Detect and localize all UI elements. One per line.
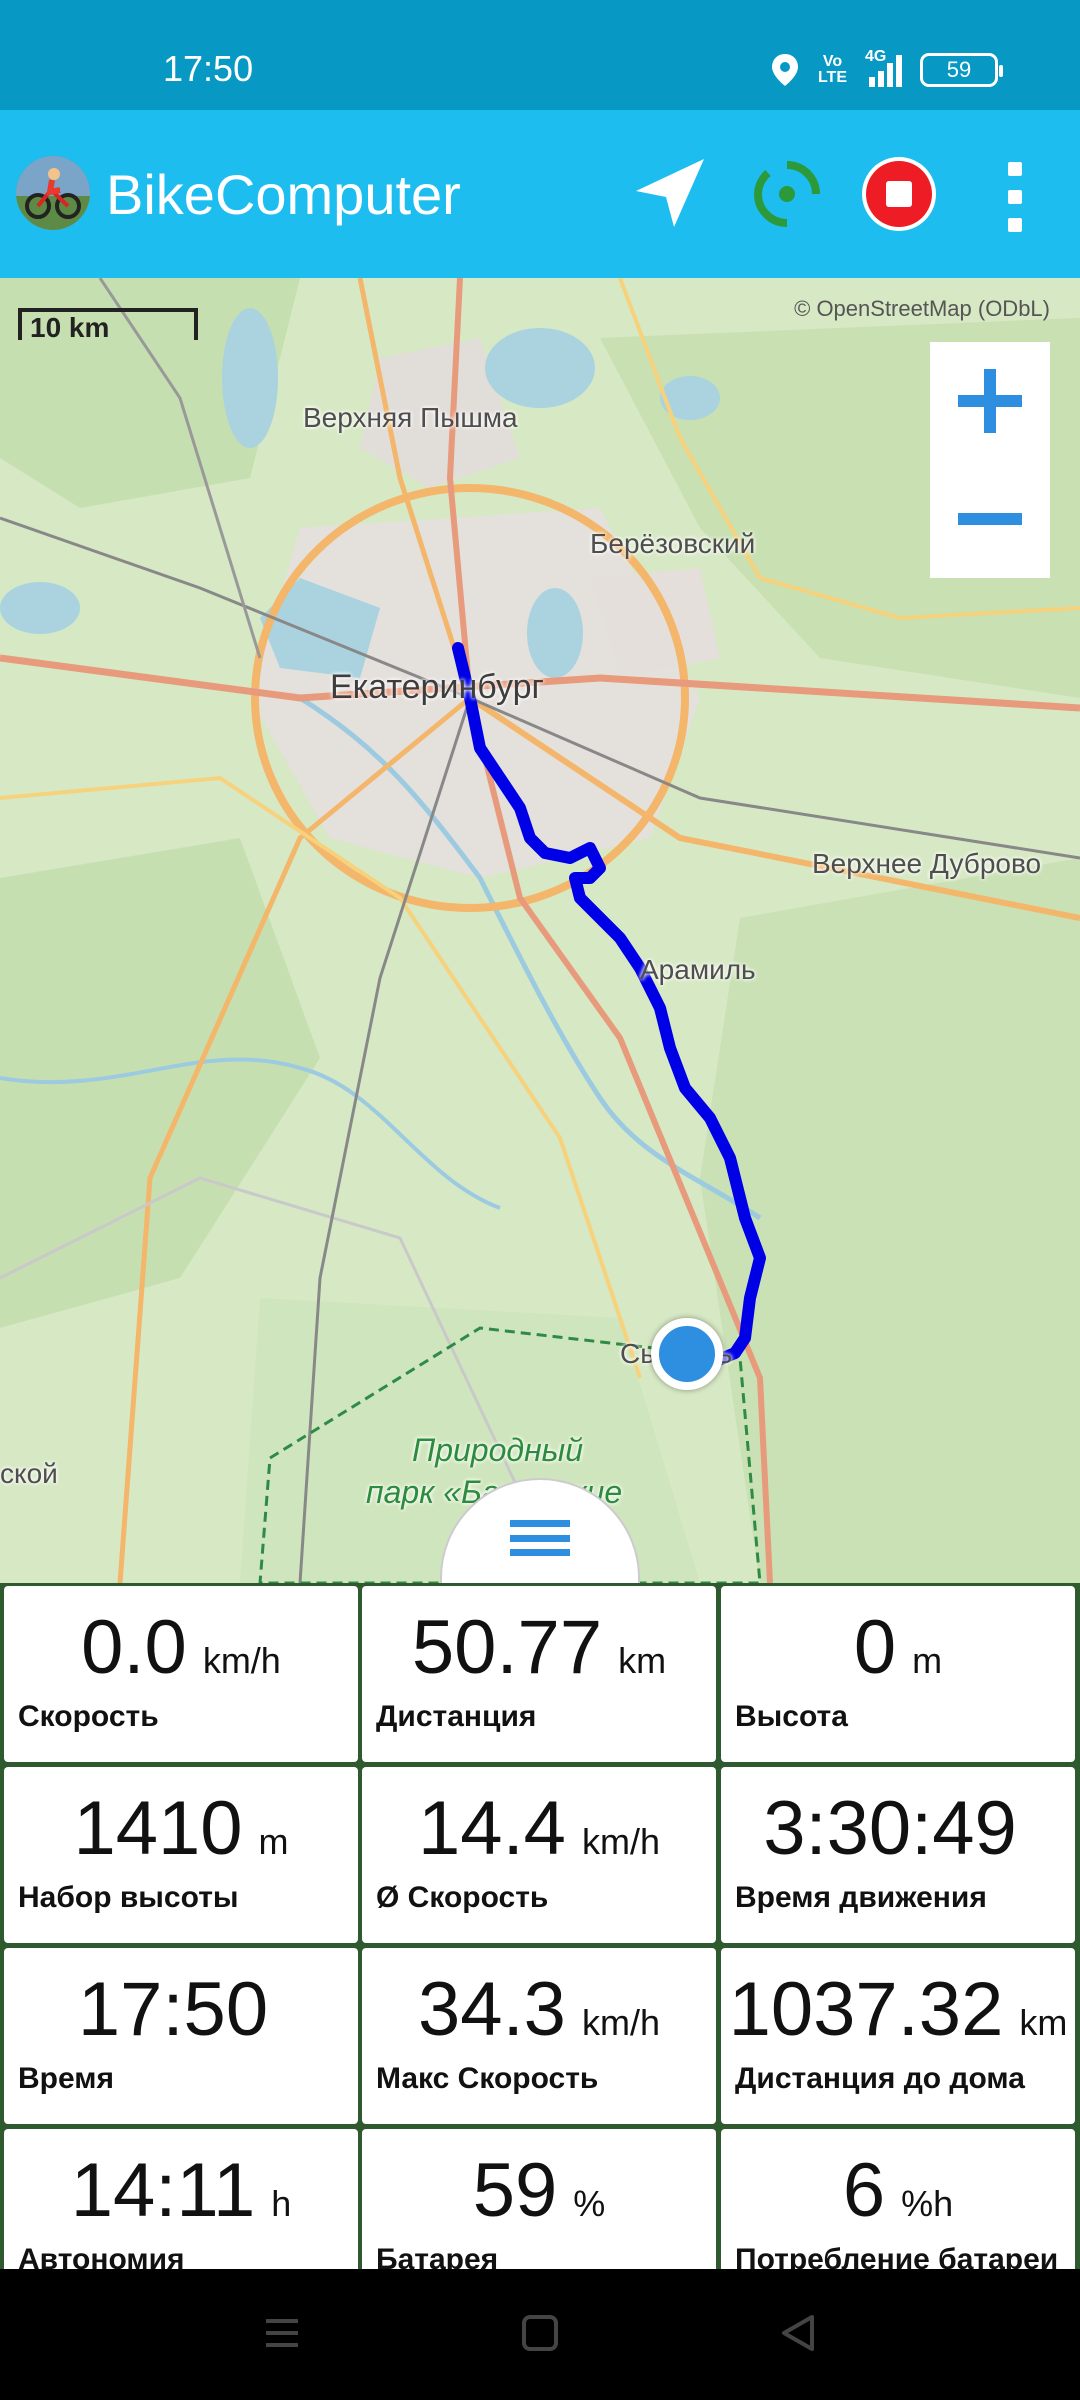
map-label-verkhnyaya-pyshma: Верхняя Пышма: [303, 402, 518, 433]
metric-value: 0.0: [81, 1605, 187, 1690]
overflow-menu-icon[interactable]: [998, 162, 1032, 232]
metric-value: 6: [842, 2148, 886, 2233]
app-bar: BikeComputer: [0, 110, 1080, 278]
metric-tile[interactable]: 34.3 km/h Макс Скорость: [362, 1948, 716, 2124]
battery-indicator: 59: [920, 53, 1003, 87]
system-navigation-bar: [0, 2269, 1080, 2400]
metric-value-row: 3:30:49: [721, 1785, 1075, 1872]
metric-unit: km/h: [202, 1640, 281, 1681]
metric-value: 14.4: [418, 1786, 566, 1871]
metric-tile[interactable]: 50.77 km Дистанция: [362, 1586, 716, 1762]
metric-label: Высота: [735, 1700, 848, 1733]
zoom-out-button[interactable]: [930, 460, 1050, 578]
metric-unit: km: [618, 1640, 667, 1681]
metric-tile[interactable]: 59% Батарея: [362, 2129, 716, 2269]
metric-value: 0: [853, 1605, 897, 1690]
metric-label: Время: [18, 2062, 114, 2095]
dashboard-grid: 0.0 km/h Скорость 50.77 km Дистанция 0 m Высота 1…: [0, 1583, 1080, 2269]
metric-label: Скорость: [18, 1700, 159, 1733]
metric-label: Время движения: [735, 1881, 987, 1914]
metric-value-row: 1410 m: [4, 1785, 358, 1872]
status-bar: 17:50 Vo LTE 4G 59: [0, 0, 1080, 110]
hamburger-menu-icon: [510, 1520, 570, 1556]
map-scale-label: 10 km: [30, 312, 110, 343]
metric-tile[interactable]: 1410 m Набор высоты: [4, 1767, 358, 1943]
metric-value: 3:30:49: [763, 1786, 1017, 1871]
metric-label: Ø Скорость: [376, 1881, 549, 1914]
metric-label: Автономия: [18, 2243, 185, 2269]
metric-tile[interactable]: 0 m Высота: [721, 1586, 1075, 1762]
metric-unit: km/h: [581, 1821, 660, 1862]
metric-value-row: 0m: [721, 1604, 1075, 1691]
map-canvas: [0, 278, 1080, 1583]
metric-unit: m: [912, 1640, 943, 1681]
stop-recording-icon: [866, 161, 932, 227]
gps-status-icon[interactable]: [748, 155, 826, 233]
metric-unit: h: [271, 2183, 292, 2224]
metric-label: Потребление батареи: [735, 2243, 1059, 2269]
stop-recording-button[interactable]: [862, 157, 936, 231]
metric-value-row: 34.3 km/h: [362, 1966, 716, 2053]
metric-value: 1037.32: [728, 1967, 1004, 2052]
metric-label: Дистанция до дома: [735, 2062, 1025, 2095]
metric-tile[interactable]: 14.4 km/h Ø Скорость: [362, 1767, 716, 1943]
volte-label-lte: LTE: [817, 69, 847, 86]
metric-tile[interactable]: 14:11 h Автономия: [4, 2129, 358, 2269]
metric-unit: %: [573, 2183, 606, 2224]
app-title: BikeComputer: [106, 163, 461, 226]
metric-value-row: 14:11 h: [4, 2147, 358, 2234]
metric-unit: km/h: [581, 2002, 660, 2043]
metric-value-row: 59%: [362, 2147, 716, 2234]
metric-value-row: 0.0 km/h: [4, 1604, 358, 1691]
metric-value: 14:11: [70, 2148, 256, 2233]
metric-value: 1410: [73, 1786, 243, 1871]
metric-tile[interactable]: 0.0 km/h Скорость: [4, 1586, 358, 1762]
status-icons: Vo LTE 4G 59: [770, 49, 1003, 88]
metric-unit: m: [258, 1821, 289, 1862]
metric-unit: %h: [901, 2183, 954, 2224]
map-label-aramil: Арамиль: [640, 954, 756, 985]
metric-value-row: 50.77 km: [362, 1604, 716, 1691]
map-view[interactable]: © OpenStreetMap (ODbL) 10 km Верхняя Пыш…: [0, 278, 1080, 1583]
metric-value: 34.3: [418, 1967, 566, 2052]
map-label-park-line1: Природный: [412, 1432, 584, 1468]
metric-tile[interactable]: 17:50 Время: [4, 1948, 358, 2124]
metric-value: 50.77: [411, 1605, 603, 1690]
metric-tile[interactable]: 6 %h Потребление батареи: [721, 2129, 1075, 2269]
metric-tile[interactable]: 3:30:49 Время движения: [721, 1767, 1075, 1943]
status-time: 17:50: [163, 48, 254, 89]
home-icon[interactable]: [520, 2313, 560, 2353]
map-label-left-edge: ской: [0, 1458, 58, 1489]
map-attribution[interactable]: © OpenStreetMap (ODbL): [794, 296, 1050, 322]
metric-value: 17:50: [77, 1967, 269, 2052]
metric-tile[interactable]: 1037.32 km Дистанция до дома: [721, 1948, 1075, 2124]
map-label-verkhnee-dubrovo: Верхнее Дуброво: [812, 848, 1042, 879]
volte-label-vo: Vo: [822, 53, 843, 70]
metric-value: 59: [472, 2148, 558, 2233]
recent-apps-icon[interactable]: [262, 2313, 302, 2353]
metric-label: Дистанция: [376, 1700, 537, 1733]
metric-value-row: 6 %h: [721, 2147, 1075, 2234]
plus-icon: [958, 369, 1022, 433]
volte-icon: Vo LTE: [818, 54, 847, 86]
signal-label: 4G: [865, 48, 887, 65]
map-label-berezovsky: Берёзовский: [590, 528, 756, 559]
zoom-in-button[interactable]: [930, 342, 1050, 460]
map-label-yekaterinburg: Екатеринбург: [330, 668, 544, 706]
minus-icon: [958, 513, 1022, 525]
navigation-arrow-icon[interactable]: [630, 155, 708, 233]
signal-icon: 4G: [865, 49, 902, 87]
metric-unit: km: [1019, 2002, 1068, 2043]
back-icon[interactable]: [778, 2313, 818, 2353]
metric-label: Набор высоты: [18, 1881, 239, 1914]
zoom-controls: [930, 342, 1050, 578]
metric-label: Макс Скорость: [376, 2062, 599, 2095]
location-icon: [771, 54, 798, 86]
metric-value-row: 1037.32 km: [721, 1966, 1075, 2053]
metric-value-row: 17:50: [4, 1966, 358, 2053]
current-position-marker: [651, 1318, 723, 1390]
metric-label: Батарея: [376, 2243, 499, 2269]
app-logo-icon: [16, 156, 90, 230]
metric-value-row: 14.4 km/h: [362, 1785, 716, 1872]
